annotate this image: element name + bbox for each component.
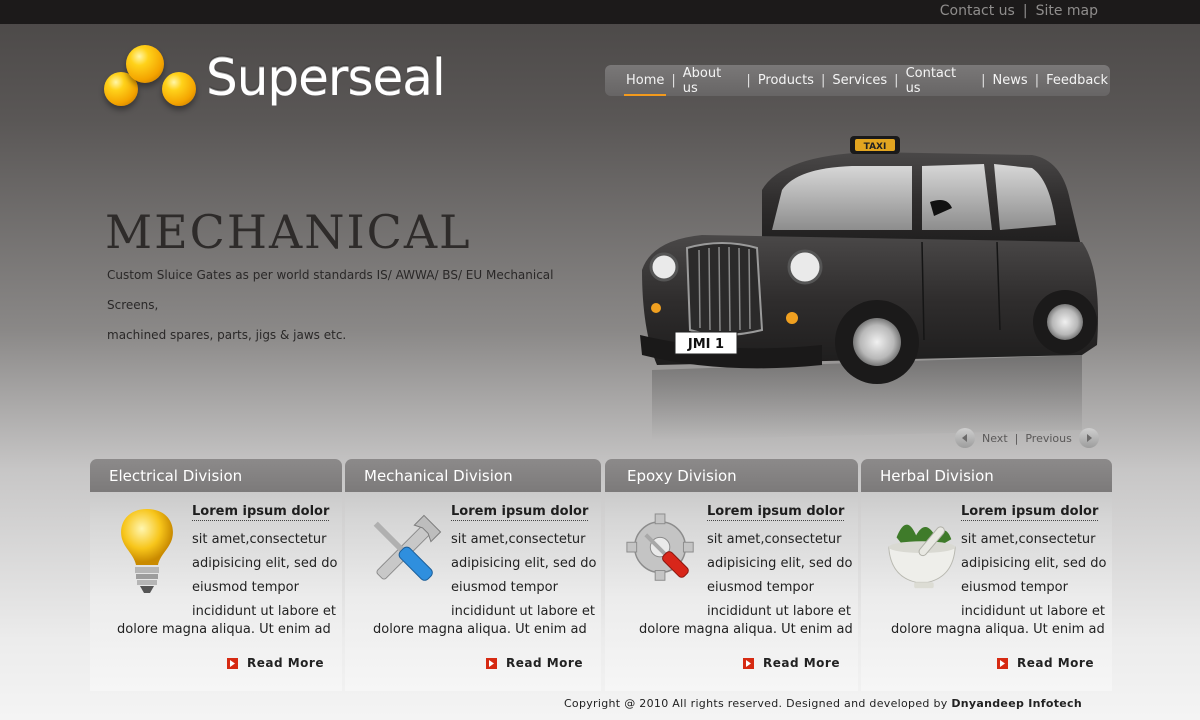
hero-title: MECHANICAL — [105, 205, 472, 259]
division-card-electrical: Electrical Division Lorem ipsum dolor si… — [90, 459, 342, 691]
nav-separator: | — [1034, 73, 1040, 88]
taxi-sign-text: TAXI — [864, 142, 887, 152]
license-plate-text: JMI 1 — [687, 337, 724, 352]
division-subtitle: Lorem ipsum dolor — [961, 504, 1099, 521]
hero-desc-line-2: machined spares, parts, jigs & jaws etc. — [107, 328, 347, 342]
division-subtitle: Lorem ipsum dolor — [192, 504, 330, 521]
division-title: Electrical Division — [90, 459, 342, 492]
light-bulb-icon — [121, 509, 173, 593]
division-title: Herbal Division — [861, 459, 1112, 492]
read-more-label: Read More — [1017, 656, 1094, 670]
read-more-label: Read More — [763, 656, 840, 670]
logo-ball-right — [162, 72, 196, 106]
arrow-right-icon — [997, 657, 1008, 669]
hero-description: Custom Sluice Gates as per world standar… — [107, 260, 587, 350]
slider-previous-button[interactable] — [1078, 428, 1099, 448]
top-link-contact-us[interactable]: Contact us — [940, 3, 1015, 19]
read-more-link[interactable]: Read More — [743, 656, 840, 670]
read-more-label: Read More — [506, 656, 583, 670]
brand-logo[interactable]: Superseal — [102, 42, 462, 112]
brand-name: Superseal — [206, 48, 446, 106]
slider-next-button[interactable] — [955, 428, 975, 448]
division-text: sit amet,consectetur adipisicing elit, s… — [451, 532, 597, 619]
read-more-link[interactable]: Read More — [997, 656, 1094, 670]
division-text-continued: dolore magna aliqua. Ut enim ad — [891, 622, 1105, 637]
nav-item-contact-us[interactable]: Contact us — [904, 66, 977, 96]
copyright-text: Copyright @ 2010 All rights reserved. De… — [563, 697, 948, 710]
read-more-label: Read More — [247, 656, 324, 670]
division-title: Mechanical Division — [345, 459, 601, 492]
hero-desc-line-1: Custom Sluice Gates as per world standar… — [107, 268, 554, 312]
division-title: Epoxy Division — [605, 459, 858, 492]
nav-separator: | — [981, 73, 986, 88]
division-card-herbal: Herbal Division Lorem ipsum dolor sit am… — [861, 459, 1112, 691]
top-link-separator: | — [1022, 3, 1028, 19]
nav-separator: | — [894, 73, 899, 88]
top-bar: Contact us | Site map — [0, 0, 1200, 24]
arrow-right-icon — [227, 657, 238, 669]
top-link-site-map[interactable]: Site map — [1036, 3, 1098, 19]
taxi-car-image: TAXI JMI 1 — [640, 136, 1098, 440]
division-text: sit amet,consectetur adipisicing elit, s… — [707, 532, 853, 619]
footer: Copyright @ 2010 All rights reserved. De… — [564, 697, 1082, 710]
read-more-link[interactable]: Read More — [486, 656, 583, 670]
division-card-mechanical: Mechanical Division Lorem ipsum dolor si… — [345, 459, 601, 691]
arrow-right-icon — [743, 657, 754, 669]
division-text-continued: dolore magna aliqua. Ut enim ad — [373, 622, 587, 637]
wrench-screwdriver-icon — [373, 514, 442, 581]
division-text-continued: dolore magna aliqua. Ut enim ad — [639, 622, 853, 637]
nav-separator: | — [820, 73, 826, 88]
nav-item-news[interactable]: News — [991, 73, 1030, 88]
nav-item-products[interactable]: Products — [756, 73, 816, 88]
division-subtitle: Lorem ipsum dolor — [707, 504, 845, 521]
division-text: sit amet,consectetur adipisicing elit, s… — [961, 532, 1107, 619]
slider-controls: Next | Previous — [955, 428, 1099, 448]
arrow-right-icon — [486, 657, 497, 669]
slider-separator: | — [1014, 431, 1019, 445]
arrow-left-icon — [962, 434, 967, 442]
slider-next-label[interactable]: Next — [982, 432, 1008, 445]
division-text-continued: dolore magna aliqua. Ut enim ad — [117, 622, 331, 637]
nav-separator: | — [746, 73, 751, 88]
logo-ball-top — [126, 45, 164, 83]
main-nav: Home | About us | Products | Services | … — [605, 65, 1110, 96]
nav-item-feedback[interactable]: Feedback — [1044, 73, 1110, 88]
nav-separator: | — [671, 73, 676, 88]
nav-item-services[interactable]: Services — [830, 73, 889, 88]
division-subtitle: Lorem ipsum dolor — [451, 504, 589, 521]
developer-name[interactable]: Dnyandeep Infotech — [951, 697, 1082, 710]
mortar-pestle-icon — [888, 524, 956, 589]
top-links: Contact us | Site map — [940, 3, 1098, 19]
division-text: sit amet,consectetur adipisicing elit, s… — [192, 532, 338, 619]
slider-previous-label[interactable]: Previous — [1025, 432, 1072, 445]
nav-item-home[interactable]: Home — [624, 73, 667, 96]
read-more-link[interactable]: Read More — [227, 656, 324, 670]
gear-screwdriver-icon — [626, 513, 694, 581]
nav-item-about-us[interactable]: About us — [681, 66, 742, 96]
division-card-epoxy: Epoxy Division Lorem ipsum dolor sit ame… — [605, 459, 858, 691]
arrow-right-icon — [1086, 434, 1092, 442]
